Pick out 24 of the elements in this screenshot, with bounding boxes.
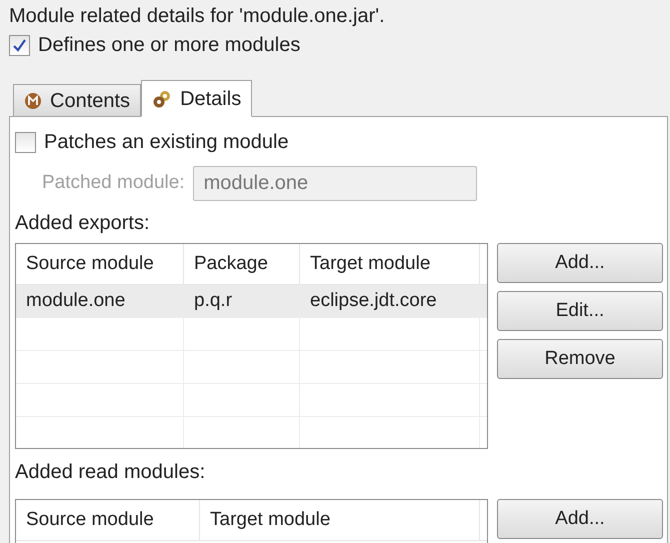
section-title: Added read modules:	[15, 460, 206, 485]
table-row[interactable]: module.one p.q.r eclipse.jdt.core	[16, 285, 487, 318]
field-label: Patched module:	[42, 170, 185, 195]
section-title: Added exports:	[15, 211, 151, 236]
table-cell: module.one	[16, 285, 184, 317]
tab[interactable]: Details	[141, 80, 252, 117]
column-header[interactable]: Target module	[200, 500, 480, 540]
table-action-button[interactable]: Remove	[497, 339, 663, 379]
checkbox-label: Patches an existing module	[44, 130, 289, 155]
column-header[interactable]: Source module	[16, 500, 200, 540]
checkbox[interactable]	[9, 34, 30, 56]
module-icon	[24, 92, 42, 110]
tab[interactable]: Contents	[13, 84, 142, 116]
gears-icon	[152, 88, 172, 108]
table-action-button[interactable]: Edit...	[497, 291, 663, 331]
header-title: Module related details for 'module.one.jar'.	[9, 4, 386, 29]
checkbox-label: Defines one or more modules	[38, 33, 300, 58]
column-header[interactable]: Target module	[300, 244, 480, 284]
column-header[interactable]: Package	[184, 244, 300, 284]
table-action-button[interactable]: Add...	[497, 243, 663, 283]
table-cell: eclipse.jdt.core	[300, 285, 480, 317]
table-cell: p.q.r	[184, 285, 300, 317]
table-action-button[interactable]: Add...	[497, 499, 663, 539]
column-header[interactable]: Source module	[16, 244, 184, 284]
